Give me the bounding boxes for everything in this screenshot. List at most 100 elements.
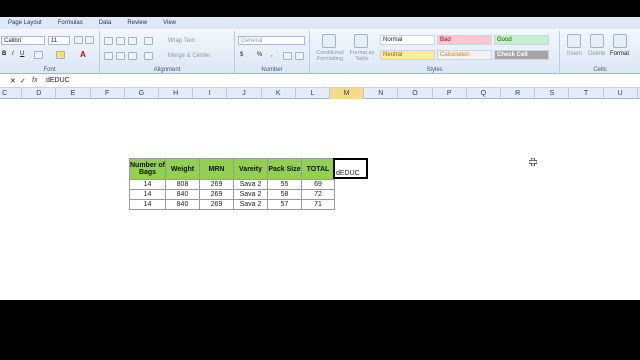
column-header-j[interactable]: J	[227, 88, 262, 99]
table-cell[interactable]: 840	[165, 189, 200, 200]
comma-button[interactable]: ,	[271, 52, 273, 58]
align-middle-icon[interactable]	[116, 37, 125, 45]
table-cell[interactable]: 14	[129, 189, 166, 200]
table-cell[interactable]: Sava 2	[233, 189, 268, 200]
delete-icon[interactable]	[590, 34, 604, 48]
column-header-m[interactable]: M	[330, 88, 365, 99]
borders-icon[interactable]	[34, 51, 43, 59]
style-check-cell[interactable]: Check Cell	[494, 50, 549, 60]
conditional-formatting-button[interactable]: Conditional Formatting	[312, 50, 348, 62]
column-header-q[interactable]: Q	[467, 88, 501, 99]
align-top-icon[interactable]	[104, 37, 113, 45]
formula-input[interactable]: dEDUC	[46, 75, 70, 86]
table-cell[interactable]: 269	[199, 179, 234, 190]
decrease-decimal-icon[interactable]	[295, 52, 304, 60]
style-neutral[interactable]: Neutral	[380, 50, 435, 60]
column-header-l[interactable]: L	[296, 88, 330, 99]
table-cell[interactable]: 57	[267, 199, 302, 210]
column-headers: CDEFGHIJKLMNOPQRSTU	[0, 88, 640, 99]
font-name-select[interactable]: Calibri	[1, 36, 45, 45]
format-button[interactable]: Format	[610, 51, 629, 57]
column-header-n[interactable]: N	[364, 88, 399, 99]
bold-button[interactable]: B	[2, 51, 6, 57]
column-header-p[interactable]: P	[433, 88, 467, 99]
header-cell[interactable]: MRN	[199, 158, 234, 180]
column-header-e[interactable]: E	[56, 88, 91, 99]
format-icon[interactable]	[613, 34, 627, 48]
fx-icon[interactable]: fx	[32, 75, 37, 86]
column-header-i[interactable]: I	[193, 88, 228, 99]
insert-icon[interactable]	[567, 34, 581, 48]
style-good[interactable]: Good	[494, 35, 549, 45]
column-header-k[interactable]: K	[262, 88, 296, 99]
column-header-u[interactable]: U	[604, 88, 638, 99]
tab-review[interactable]: Review	[119, 20, 155, 26]
style-calculation[interactable]: Calculation	[437, 50, 492, 60]
percent-button[interactable]: %	[257, 52, 262, 58]
column-header-o[interactable]: O	[398, 88, 433, 99]
table-cell[interactable]: 71	[301, 199, 335, 210]
column-header-c[interactable]: C	[0, 88, 23, 99]
table-row: 14 840 269 Sava 2 57 71	[129, 199, 335, 210]
font-size-select[interactable]: 11	[48, 36, 70, 45]
table-cell[interactable]: 269	[199, 189, 234, 200]
column-header-s[interactable]: S	[535, 88, 570, 99]
active-cell[interactable]: dEDUC	[333, 158, 368, 179]
decrease-indent-icon[interactable]	[144, 52, 153, 60]
tab-data[interactable]: Data	[91, 20, 120, 26]
grow-font-button[interactable]	[74, 36, 83, 44]
column-header-r[interactable]: R	[501, 88, 536, 99]
data-table: Number of Bags Weight MRN Vareity Pack S…	[129, 158, 335, 210]
fill-color-icon[interactable]	[56, 51, 65, 59]
increase-decimal-icon[interactable]	[283, 52, 292, 60]
style-normal[interactable]: Normal	[380, 35, 435, 45]
tab-view[interactable]: View	[155, 20, 184, 26]
align-left-icon[interactable]	[104, 52, 113, 60]
wrap-text-button[interactable]: Wrap Text	[168, 38, 195, 44]
align-bottom-icon[interactable]	[128, 37, 137, 45]
italic-button[interactable]: I	[12, 51, 14, 57]
delete-button[interactable]: Delete	[588, 51, 605, 57]
header-cell[interactable]: Vareity	[233, 158, 268, 180]
column-header-g[interactable]: G	[125, 88, 159, 99]
table-cell[interactable]: 55	[267, 179, 302, 190]
orientation-icon[interactable]	[144, 37, 153, 45]
table-cell[interactable]: 72	[301, 189, 335, 200]
table-cell[interactable]: Sava 2	[233, 179, 268, 190]
table-cell[interactable]: 69	[301, 179, 335, 190]
table-cell[interactable]: 840	[165, 199, 200, 210]
currency-button[interactable]: $	[240, 52, 243, 58]
format-as-table-button[interactable]: Format as Table	[348, 50, 376, 62]
tab-formulas[interactable]: Formulas	[50, 20, 91, 26]
align-right-icon[interactable]	[128, 52, 137, 60]
table-cell[interactable]: 58	[267, 189, 302, 200]
column-header-f[interactable]: F	[91, 88, 125, 99]
align-center-icon[interactable]	[116, 52, 125, 60]
column-header-t[interactable]: T	[569, 88, 604, 99]
number-format-select[interactable]: General	[238, 36, 305, 45]
header-cell[interactable]: Weight	[165, 158, 200, 180]
table-cell[interactable]: Sava 2	[233, 199, 268, 210]
insert-button[interactable]: Insert	[567, 51, 582, 57]
underline-button[interactable]: U	[20, 51, 24, 57]
table-cell[interactable]: 14	[129, 179, 166, 190]
style-bad[interactable]: Bad	[437, 35, 492, 45]
conditional-formatting-icon[interactable]	[322, 34, 336, 48]
column-header-d[interactable]: D	[22, 88, 57, 99]
cancel-icon[interactable]: ✕	[10, 77, 16, 85]
table-cell[interactable]: 269	[199, 199, 234, 210]
column-header-h[interactable]: H	[159, 88, 194, 99]
merge-center-button[interactable]: Merge & Center	[168, 53, 210, 59]
enter-icon[interactable]: ✓	[20, 77, 26, 85]
format-as-table-icon[interactable]	[354, 34, 368, 48]
table-cell[interactable]: 808	[165, 179, 200, 190]
font-color-icon[interactable]: A	[80, 50, 86, 59]
header-cell[interactable]: Number of Bags	[129, 158, 166, 180]
shrink-font-button[interactable]	[85, 36, 94, 44]
tab-page-layout[interactable]: Page Layout	[0, 20, 50, 26]
cells-group-label: Cells	[593, 67, 607, 73]
header-cell[interactable]: Pack Size	[267, 158, 302, 180]
table-cell[interactable]: 14	[129, 199, 166, 210]
header-cell[interactable]: TOTAL	[301, 158, 335, 180]
ribbon-tabs: Page Layout Formulas Data Review View	[0, 17, 640, 29]
